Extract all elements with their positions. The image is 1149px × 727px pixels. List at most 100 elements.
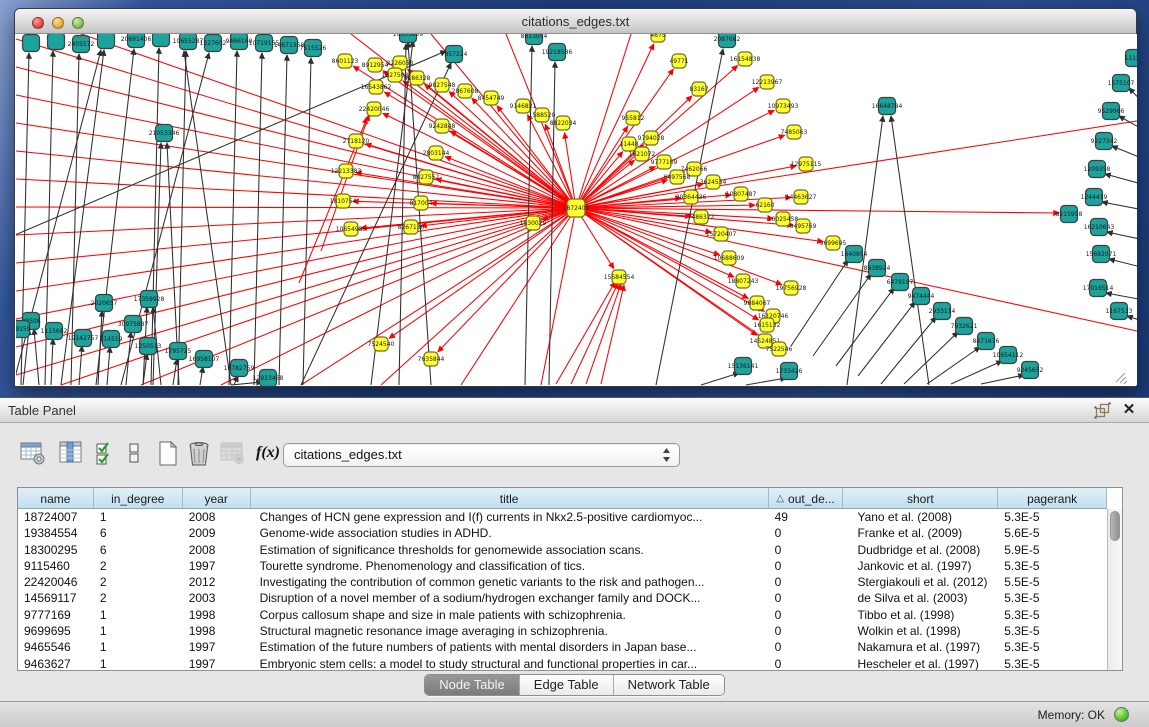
graph-node[interactable]: 114519 <box>100 331 123 348</box>
table-row[interactable]: 1938455462009Genome-wide association stu… <box>18 525 1107 541</box>
table-row[interactable]: 2242004622012Investigating the contribut… <box>18 574 1107 590</box>
graph-node[interactable]: 12975115 <box>791 157 822 171</box>
tab-network-table[interactable]: Network Table <box>614 675 724 695</box>
resize-grip-icon[interactable] <box>1116 373 1127 384</box>
tab-node-table[interactable]: Node Table <box>425 675 520 695</box>
select-all-checks-icon[interactable] <box>94 440 122 470</box>
graph-node[interactable]: 2020657 <box>91 295 118 312</box>
graph-edge <box>576 44 654 208</box>
graph-node[interactable]: 8454749 <box>478 91 505 105</box>
column-header-short[interactable]: short <box>843 488 998 509</box>
table-row[interactable]: 977716911998Corpus callosum shape and si… <box>18 607 1107 623</box>
graph-node[interactable]: 2803144 <box>423 146 450 160</box>
graph-node[interactable]: 955812 <box>622 111 645 125</box>
graph-node[interactable]: 14463627 <box>786 190 817 204</box>
graph-node[interactable]: 8601123 <box>332 54 359 68</box>
graph-node[interactable]: 2405572 <box>68 36 95 53</box>
show-columns-icon[interactable] <box>58 440 86 470</box>
graph-node[interactable]: 2087682 <box>714 34 741 48</box>
graph-node[interactable]: 6479197 <box>887 274 914 291</box>
column-header-pagerank[interactable]: pagerank <box>998 488 1107 509</box>
scrollbar-thumb[interactable] <box>1110 511 1120 541</box>
graph-node[interactable]: 4675 <box>650 34 665 42</box>
graph-node[interactable]: 10654985 <box>336 222 367 236</box>
graph-node[interactable]: 1527602 <box>200 35 227 52</box>
close-panel-icon[interactable]: ✕ <box>1121 401 1137 419</box>
graph-node[interactable]: 11127 <box>1124 50 1137 67</box>
graph-node[interactable]: 30975887 <box>118 316 149 333</box>
delete-trash-icon[interactable] <box>186 440 214 470</box>
graph-node[interactable]: 10688609 <box>714 251 745 265</box>
delete-table-icon[interactable] <box>220 440 248 470</box>
graph-node[interactable]: 10654112 <box>993 347 1024 364</box>
graph-node[interactable]: 12213383 <box>331 164 362 178</box>
graph-node[interactable]: 83167 <box>689 82 708 96</box>
svg-text:2087682: 2087682 <box>714 36 741 43</box>
memory-status-indicator[interactable] <box>1114 707 1129 722</box>
table-settings-icon[interactable] <box>20 440 48 470</box>
column-header-out_de[interactable]: △out_de... <box>769 488 844 509</box>
graph-node[interactable]: 8215958 <box>1056 206 1083 223</box>
svg-text:49771: 49771 <box>669 58 688 65</box>
graph-node[interactable]: 16648784 <box>872 98 903 115</box>
table-row[interactable]: 969969511998Structural magnetic resonanc… <box>18 623 1107 639</box>
graph-node[interactable]: 7486372 <box>688 210 715 224</box>
graph-node[interactable] <box>98 34 115 49</box>
graph-node[interactable]: 9474444 <box>908 288 935 305</box>
table-row[interactable]: 1456911722003Disruption of a novel membe… <box>18 590 1107 606</box>
table-row[interactable]: 946362711997Embryonic stem cells: a mode… <box>18 656 1107 670</box>
graph-node[interactable]: 7857224 <box>441 46 468 63</box>
graph-node[interactable]: 7932621 <box>951 318 978 335</box>
column-header-title[interactable]: title <box>251 488 769 509</box>
graph-node[interactable]: 19756928 <box>776 281 807 295</box>
graph-node[interactable]: 15584554 <box>604 270 635 284</box>
graph-node[interactable]: 3624534 <box>700 175 727 189</box>
graph-node[interactable]: 1115682 <box>41 323 68 340</box>
graph-node[interactable]: 16543862 <box>361 80 392 94</box>
graph-node[interactable]: 2718120 <box>343 134 370 148</box>
function-builder-icon[interactable]: f(x) <box>256 444 284 474</box>
graph-node[interactable]: 8938924 <box>864 260 891 277</box>
table-row[interactable]: 911546021997Tourette syndrome. Phenomeno… <box>18 558 1107 574</box>
graph-node[interactable]: 16154838 <box>730 52 761 66</box>
column-header-in_degree[interactable]: in_degree <box>94 488 183 509</box>
table-cell: Nakamura et al. (1997) <box>843 639 998 655</box>
graph-node[interactable]: 19218586 <box>542 44 573 61</box>
table-row[interactable]: 946554611997Estimation of the future num… <box>18 639 1107 655</box>
float-panel-icon[interactable] <box>1094 402 1111 419</box>
graph-node[interactable]: 1244419 <box>1081 189 1108 206</box>
graph-node[interactable]: 2933114 <box>929 303 956 320</box>
graph-node[interactable] <box>23 35 40 52</box>
graph-node[interactable]: 8813054 <box>521 34 548 45</box>
table-row[interactable]: 1830029562008Estimation of significance … <box>18 542 1107 558</box>
new-document-icon[interactable] <box>156 440 184 470</box>
graph-node[interactable]: 39159 <box>16 321 31 338</box>
table-selector-dropdown[interactable]: citations_edges.txt <box>283 443 680 467</box>
graph-node[interactable]: 8471676 <box>973 333 1000 350</box>
svg-text:19142757: 19142757 <box>68 335 99 342</box>
tab-edge-table[interactable]: Edge Table <box>520 675 614 695</box>
graph-node[interactable]: 20691406 <box>121 34 152 48</box>
column-header-name[interactable]: name <box>18 488 94 509</box>
graph-node[interactable]: 16958107 <box>189 351 220 368</box>
graph-node[interactable] <box>153 34 170 47</box>
table-row[interactable]: 1872400712008Changes of HCN gene express… <box>18 509 1107 525</box>
graph-node[interactable]: 12213967 <box>752 75 783 89</box>
graph-node[interactable]: 9699695 <box>820 236 847 250</box>
window-titlebar[interactable]: citations_edges.txt <box>15 9 1136 34</box>
network-view-canvas[interactable]: 2405572 20691406 10655287 1527602 946616… <box>16 34 1137 386</box>
graph-node[interactable]: 16033809 <box>393 34 424 43</box>
graph-node[interactable]: 49771 <box>669 54 688 68</box>
graph-node[interactable]: 16782759 <box>224 360 255 377</box>
column-header-year[interactable]: year <box>183 488 251 509</box>
graph-node[interactable]: 7635844 <box>418 352 445 366</box>
graph-node[interactable]: 1795725 <box>165 343 192 360</box>
table-scrollbar[interactable] <box>1107 509 1122 670</box>
graph-node[interactable]: 62160 <box>755 198 774 212</box>
graph-node[interactable] <box>48 34 65 50</box>
graph-node[interactable]: 7485063 <box>781 125 808 139</box>
unselect-rows-icon[interactable] <box>126 440 154 470</box>
graph-node[interactable]: 15136141 <box>728 358 759 375</box>
graph-node[interactable]: 1733426 <box>776 363 803 380</box>
graph-node[interactable]: 17359928 <box>134 291 165 308</box>
